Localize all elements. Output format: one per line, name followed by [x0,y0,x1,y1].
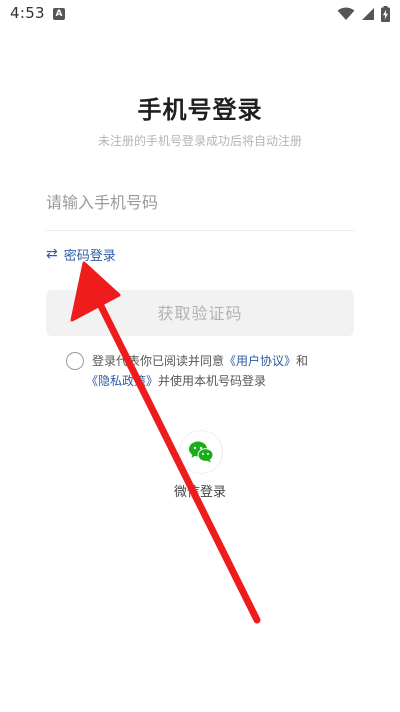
privacy-policy-link[interactable]: 《隐私政策》 [86,374,158,388]
agreement-text-line-1: 登录代表你已阅读并同意《用户协议》和 [92,352,308,369]
wechat-login-label: 微信登录 [173,485,226,500]
wechat-login-button[interactable] [179,430,223,474]
page-title: 手机号登录 [137,96,263,124]
page-subtitle: 未注册的手机号登录成功后将自动注册 [97,134,302,148]
user-agreement-link[interactable]: 《用户协议》 [224,354,296,368]
phone-number-input[interactable] [46,184,354,220]
wifi-icon [337,7,355,20]
agreement-checkbox[interactable] [66,352,84,370]
app-notification-icon: A [53,8,65,20]
swap-icon: ⇄ [46,246,58,262]
battery-charging-icon [381,6,390,22]
phone-input-container [46,184,354,231]
status-time: 4:53 [10,4,45,22]
password-login-label: 密码登录 [63,248,116,264]
status-icons [337,5,390,23]
agreement-and-text: 和 [296,354,309,368]
wechat-icon [189,441,214,463]
agreement-text-line-2: 《隐私政策》并使用本机号码登录 [86,372,266,389]
agreement-text-2: 并使用本机号码登录 [158,374,267,388]
agreement-text: 登录代表你已阅读并同意 [92,354,225,368]
password-login-link[interactable]: ⇄ 密码登录 [46,244,116,264]
get-code-button[interactable]: 获取验证码 [46,290,354,336]
status-bar: 4:53 A [0,0,400,28]
signal-icon [362,8,374,20]
